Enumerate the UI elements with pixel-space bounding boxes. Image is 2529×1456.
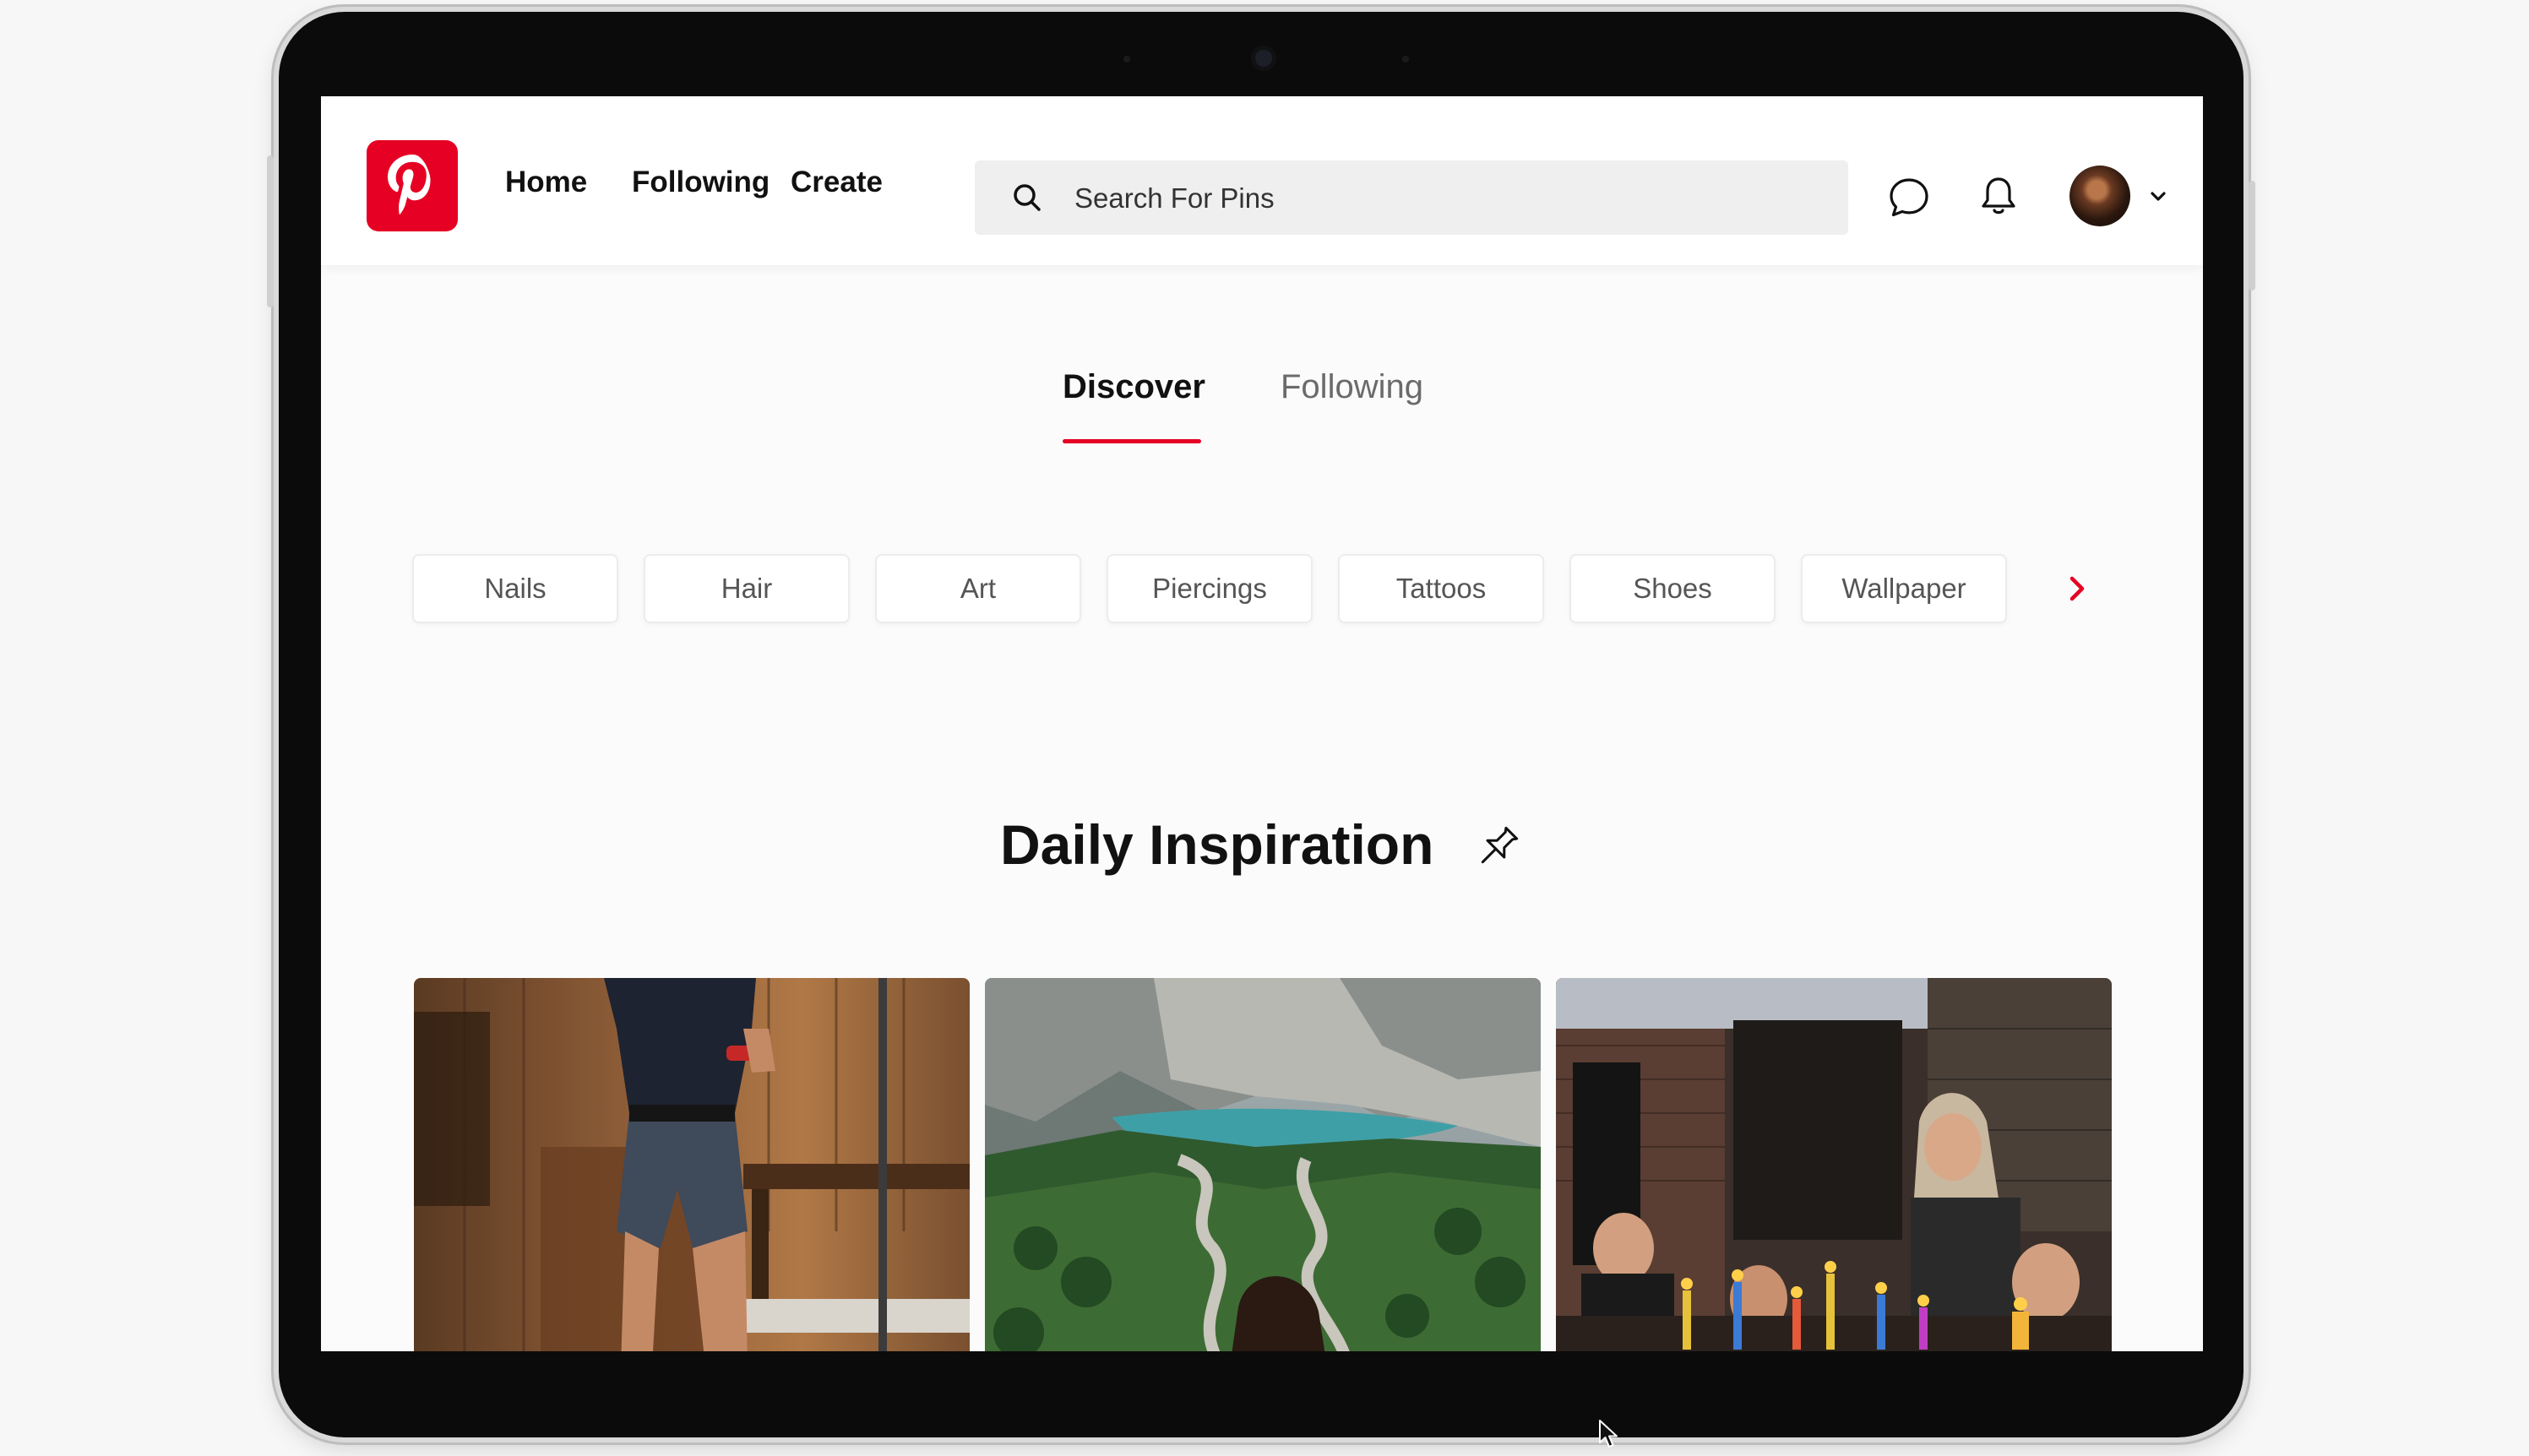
top-navbar: Home Following Create (321, 96, 2203, 265)
category-chip-shoes[interactable]: Shoes (1569, 554, 1776, 623)
category-chip-art[interactable]: Art (875, 554, 1081, 623)
sensor-dot (1123, 56, 1130, 62)
category-chip-nails[interactable]: Nails (412, 554, 618, 623)
pin-image-woman-denim (414, 978, 970, 1351)
pin-image-candle-dinner (1556, 978, 2112, 1351)
tab-discover[interactable]: Discover (1063, 368, 1205, 406)
pin-card[interactable] (414, 978, 970, 1351)
pin-image-mountain-road (985, 978, 1541, 1351)
category-chip-hair[interactable]: Hair (644, 554, 850, 623)
pinterest-p-icon (388, 155, 431, 215)
tab-following[interactable]: Following (1281, 368, 1423, 406)
messages-icon[interactable] (1887, 176, 1931, 220)
power-button (2249, 181, 2255, 291)
chevron-down-icon[interactable] (2146, 184, 2171, 209)
category-chip-tattoos[interactable]: Tattoos (1338, 554, 1544, 623)
section-title: Daily Inspiration (1000, 813, 1434, 876)
mouse-cursor-icon (1599, 1420, 1618, 1448)
volume-button (267, 155, 274, 307)
category-chip-piercings[interactable]: Piercings (1107, 554, 1313, 623)
search-icon (1014, 184, 1041, 211)
category-chip-wallpaper[interactable]: Wallpaper (1801, 554, 2007, 623)
nav-following[interactable]: Following (632, 166, 770, 199)
user-avatar[interactable] (2069, 166, 2130, 226)
nav-home[interactable]: Home (505, 166, 587, 199)
app-screen: Home Following Create D (321, 96, 2203, 1351)
sensor-dot (1402, 56, 1409, 62)
front-camera (1251, 46, 1276, 71)
notifications-bell-icon[interactable] (1977, 174, 2020, 218)
search-bar[interactable] (975, 160, 1848, 236)
pinterest-logo[interactable] (367, 140, 458, 231)
pin-card[interactable] (985, 978, 1541, 1351)
tablet-frame: Home Following Create D (267, 12, 2255, 1437)
pushpin-icon (1481, 826, 1519, 864)
search-input[interactable] (1073, 160, 1819, 236)
pin-card[interactable] (1556, 978, 2112, 1351)
chevron-right-icon[interactable] (2059, 571, 2095, 606)
nav-create[interactable]: Create (791, 166, 883, 199)
active-tab-indicator (1063, 439, 1201, 443)
